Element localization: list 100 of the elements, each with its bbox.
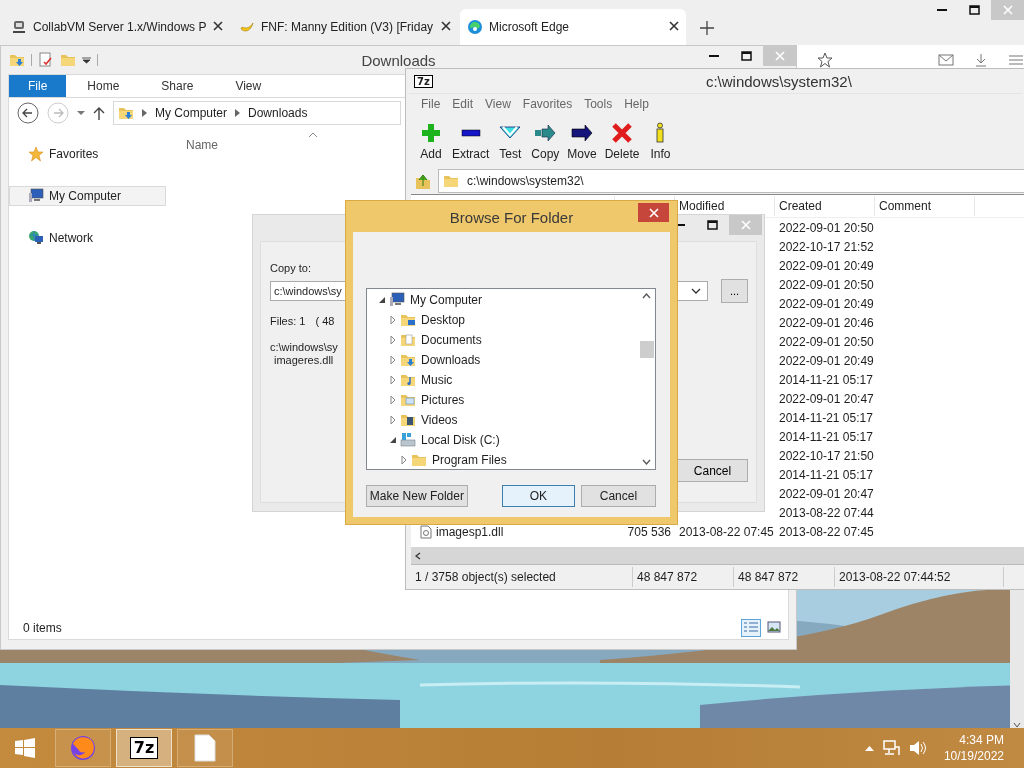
fox-globe-icon <box>69 734 97 762</box>
menu-item[interactable]: Favorites <box>522 97 573 111</box>
up-folder-icon[interactable] <box>414 172 432 190</box>
menu-item[interactable]: Tools <box>584 97 613 111</box>
star-icon[interactable] <box>817 52 833 68</box>
browse-button[interactable]: ... <box>721 279 748 303</box>
taskbar-button[interactable] <box>177 729 233 767</box>
cancel-button[interactable]: Cancel <box>677 459 748 482</box>
browser-tab[interactable]: CollabVM Server 1.x/Windows P <box>4 9 230 45</box>
date-cell-text: 2013-08-22 07:44 <box>778 505 875 520</box>
plus-icon[interactable] <box>700 21 714 35</box>
expand-icon[interactable] <box>389 396 397 404</box>
address-bar[interactable]: My Computer Downloads <box>113 101 401 125</box>
expand-icon[interactable] <box>389 316 397 324</box>
tree-item[interactable]: Local Disk (C:) <box>367 430 638 450</box>
folder-icon <box>443 173 459 189</box>
tree-item[interactable]: Videos <box>367 410 638 430</box>
network-icon[interactable] <box>881 739 900 757</box>
tree-item[interactable]: Program Files <box>367 450 638 469</box>
collapse-icon[interactable] <box>389 436 397 444</box>
column-header[interactable]: Comment <box>875 196 975 216</box>
date-cell-text: 2022-09-01 20:47 <box>778 391 875 406</box>
scrollbar[interactable] <box>1010 590 1024 728</box>
breadcrumb[interactable]: My Computer <box>155 106 228 120</box>
nav-item[interactable]: Network <box>9 228 166 248</box>
dialog-button[interactable]: OK <box>501 485 575 507</box>
toolbar-button[interactable]: Delete <box>600 114 644 168</box>
file-name[interactable]: imagesp1.dll <box>436 524 504 539</box>
ribbon-tab[interactable]: File <box>9 75 67 97</box>
scroll-thumb[interactable] <box>639 340 654 358</box>
source-path: c:\windows\sy <box>270 341 338 354</box>
toolbar-button[interactable]: Test <box>493 114 528 168</box>
up-caret-icon[interactable] <box>864 745 874 751</box>
computer-icon <box>28 188 44 204</box>
properties-icon[interactable] <box>38 52 54 68</box>
downloads-folder-icon <box>400 352 416 368</box>
expand-icon[interactable] <box>389 376 397 384</box>
back-button-icon[interactable] <box>17 102 39 124</box>
nav-item[interactable]: Favorites <box>9 144 166 164</box>
menu-item[interactable]: File <box>421 97 441 111</box>
details-view-button[interactable] <box>741 619 761 637</box>
dialog-button[interactable]: Cancel <box>580 485 656 507</box>
toolbar-button[interactable]: Move <box>563 114 601 168</box>
breadcrumb[interactable]: Downloads <box>248 106 308 120</box>
ribbon-tab[interactable]: Share <box>140 75 215 97</box>
computer-icon <box>389 292 405 308</box>
tree-item[interactable]: Desktop <box>367 310 638 330</box>
maximize-icon <box>969 5 980 15</box>
taskbar-button[interactable] <box>55 729 111 767</box>
documents-folder-icon <box>400 332 416 348</box>
date-cell-text: 2014-11-21 05:17 <box>778 372 874 387</box>
tree-item[interactable]: Downloads <box>367 350 638 370</box>
close-icon <box>648 207 659 218</box>
toolbar-button[interactable]: Extract <box>448 114 494 168</box>
expand-icon[interactable] <box>389 336 397 344</box>
maximize-icon <box>707 220 718 230</box>
close-button[interactable] <box>638 203 669 222</box>
scrollbar[interactable] <box>411 547 1024 564</box>
browser-tab[interactable]: FNF: Manny Edition (V3) [Friday <box>232 9 458 45</box>
download-icon[interactable] <box>974 53 988 67</box>
column-header[interactable]: Name <box>186 138 218 152</box>
expand-icon[interactable] <box>389 356 397 364</box>
tree-item[interactable]: Pictures <box>367 390 638 410</box>
menu-item[interactable]: Help <box>624 97 649 111</box>
mail-icon[interactable] <box>938 53 954 67</box>
date-cell-text: 2022-09-01 20:49 <box>778 353 875 368</box>
tree-item[interactable]: My Computer <box>367 290 638 310</box>
app-logo[interactable]: 7z <box>129 737 159 759</box>
browser-tab[interactable]: Microsoft Edge <box>460 9 686 45</box>
window-title: Downloads <box>361 51 436 69</box>
menu-item[interactable]: Edit <box>452 97 474 111</box>
tree-item[interactable]: Music <box>367 370 638 390</box>
details-view-icon <box>743 621 759 635</box>
column-header[interactable]: Created <box>775 196 875 216</box>
toolbar-button[interactable]: Add <box>414 114 448 168</box>
nav-item[interactable]: My Computer <box>9 186 166 206</box>
path-field[interactable]: c:\windows\system32\ <box>438 169 1024 193</box>
tree-item[interactable]: Documents <box>367 330 638 350</box>
toolbar-button[interactable]: Copy <box>527 114 564 168</box>
up-arrow-icon[interactable] <box>93 106 105 120</box>
dialog-button[interactable]: Make New Folder <box>366 485 468 507</box>
expand-icon[interactable] <box>400 456 408 464</box>
taskbar-button[interactable]: 7z <box>116 729 172 767</box>
date-cell-text: 2022-10-17 21:50 <box>778 448 875 463</box>
sort-caret-icon <box>309 132 317 137</box>
menu-icon[interactable] <box>1008 53 1024 67</box>
folder-tree[interactable]: My Computer Desktop Documents Downloads Music Pictures Videos Local Disk (C:) Program Files <box>366 288 656 470</box>
file-size: ( 48 <box>315 315 335 327</box>
ribbon-tab[interactable]: Home <box>66 75 141 97</box>
caret-icon[interactable] <box>82 56 91 64</box>
file-name: imageres.dll <box>273 354 334 367</box>
network-icon <box>28 230 44 246</box>
expand-icon[interactable] <box>389 416 397 424</box>
downloads-folder-icon <box>118 105 134 121</box>
swirl-icon <box>467 19 483 35</box>
menu-item[interactable]: View <box>485 97 511 111</box>
collapse-icon[interactable] <box>378 296 386 304</box>
toolbar-button[interactable]: Info <box>643 114 678 168</box>
speaker-icon[interactable] <box>907 739 926 757</box>
ribbon-tab[interactable]: View <box>214 75 283 97</box>
